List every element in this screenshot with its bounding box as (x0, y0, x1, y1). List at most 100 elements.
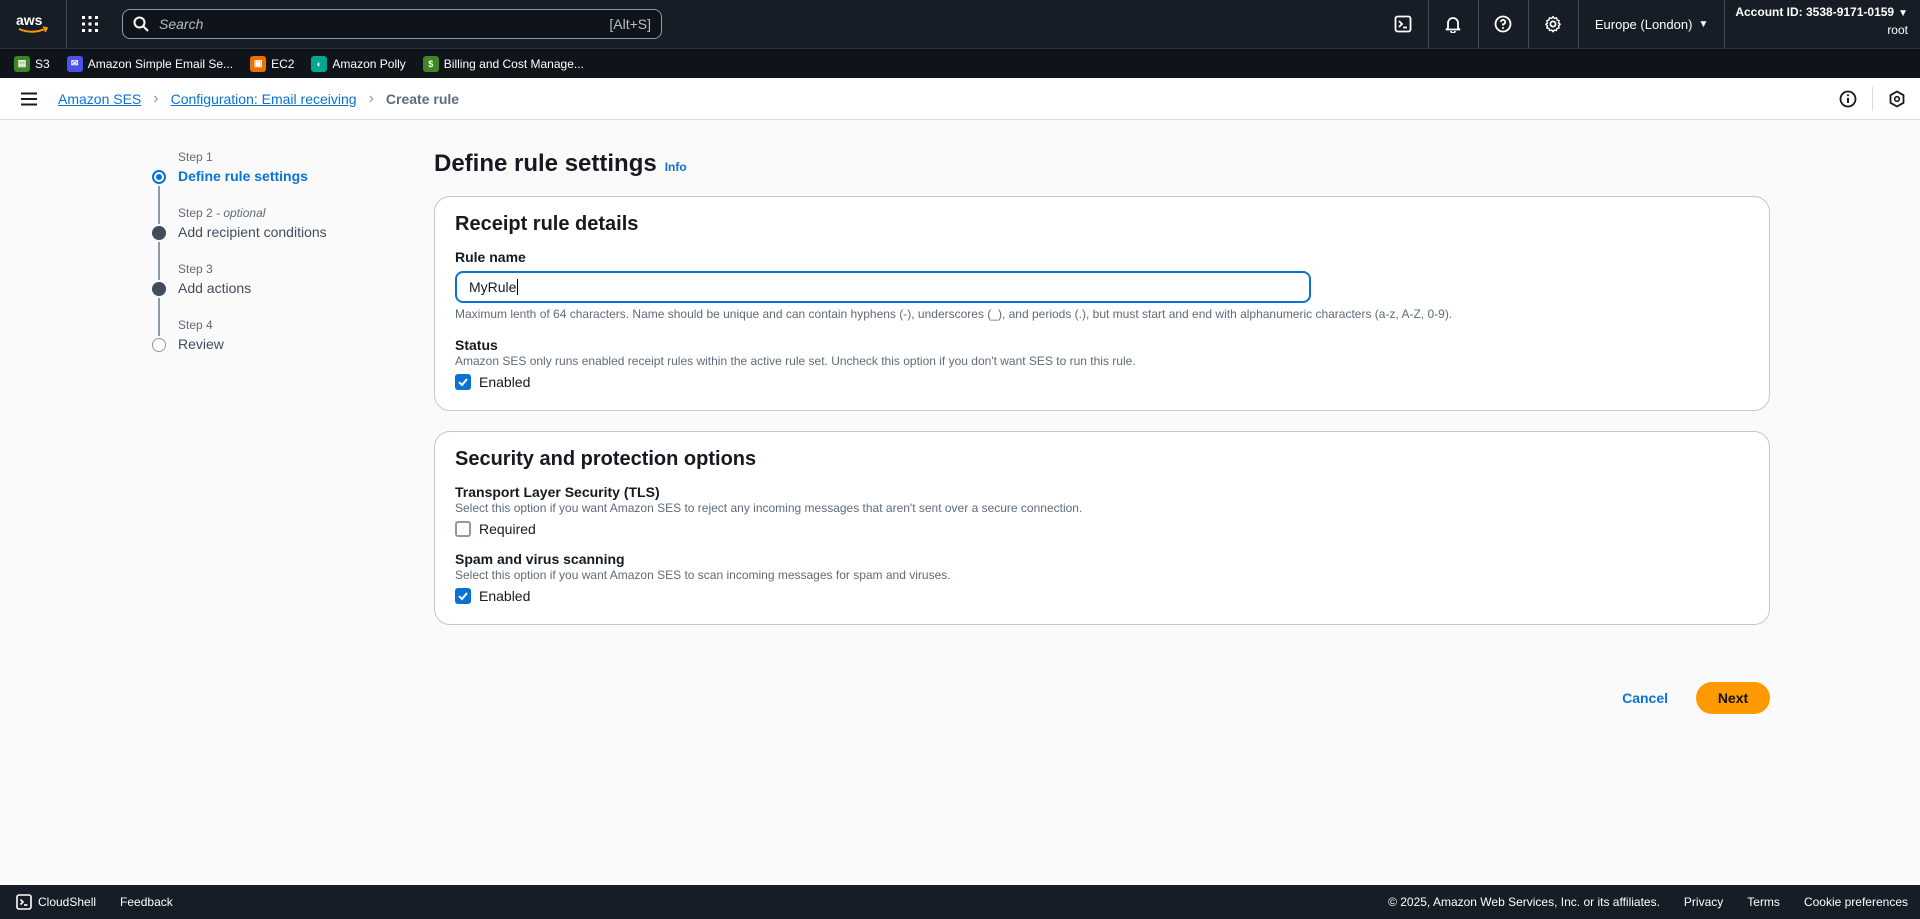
step-active-indicator (152, 170, 166, 184)
s3-icon: ▤ (14, 55, 30, 72)
aws-logo-icon: aws (16, 13, 49, 33)
favorite-label: Amazon Polly (332, 56, 406, 71)
chevron-right-icon: › (153, 89, 159, 107)
help-panel-button[interactable] (1872, 87, 1920, 111)
bell-icon (1445, 17, 1461, 33)
status-description: Amazon SES only runs enabled receipt rul… (455, 354, 1136, 368)
ec2-icon: ▣ (250, 55, 267, 72)
checkbox-checked[interactable] (455, 374, 471, 390)
help-icon (1494, 15, 1512, 33)
step-4: Step 4 Review (150, 318, 390, 374)
top-navigation: aws Search [Alt+S] Europe (London) ▼ Acc… (0, 0, 1920, 48)
svg-text:aws: aws (16, 13, 43, 28)
step-label: Add actions (178, 280, 252, 296)
tls-required-checkbox[interactable]: Required (455, 521, 1749, 537)
favorite-billing[interactable]: $ Billing and Cost Manage... (422, 55, 584, 72)
text-cursor (517, 279, 519, 295)
checkbox-unchecked[interactable] (455, 521, 471, 537)
info-icon (1839, 90, 1857, 108)
tls-description: Select this option if you want Amazon SE… (455, 501, 1083, 515)
info-panel-button[interactable] (1824, 78, 1872, 120)
step-number: Step 2 - optional (178, 206, 266, 220)
region-selector[interactable]: Europe (London) ▼ (1577, 0, 1724, 48)
checkbox-checked[interactable] (455, 588, 471, 604)
spam-scanning-checkbox[interactable]: Enabled (455, 588, 1749, 604)
aws-logo[interactable]: aws (0, 0, 66, 48)
favorite-ec2[interactable]: ▣ EC2 (250, 55, 295, 72)
cloudshell-button[interactable] (1378, 0, 1428, 48)
breadcrumb-current: Create rule (385, 90, 460, 107)
step-label: Add recipient conditions (178, 224, 327, 240)
search-input[interactable]: Search [Alt+S] (122, 9, 662, 39)
card-title: Security and protection options (455, 448, 757, 470)
rule-name-value: MyRule (469, 279, 517, 295)
copyright-text: © 2025, Amazon Web Services, Inc. or its… (1388, 895, 1660, 909)
step-indicator (152, 282, 166, 296)
favorite-ses[interactable]: ✉ Amazon Simple Email Se... (66, 55, 234, 72)
cloudshell-icon (1394, 15, 1412, 33)
privacy-link[interactable]: Privacy (1684, 895, 1723, 909)
wizard-steps: Step 1 Define rule settings Step 2 - opt… (150, 150, 390, 374)
wizard-actions: Cancel Next (1622, 682, 1770, 714)
checkbox-label: Required (479, 521, 536, 537)
cancel-button[interactable]: Cancel (1622, 690, 1668, 706)
page-title: Define rule settings (434, 150, 657, 177)
step-3: Step 3 Add actions (150, 262, 390, 336)
breadcrumb-email-receiving[interactable]: Configuration: Email receiving (171, 91, 357, 107)
favorite-s3[interactable]: ▤ S3 (14, 55, 50, 72)
check-icon (458, 378, 468, 387)
spam-scanning-description: Select this option if you want Amazon SE… (455, 568, 951, 582)
favorite-label: Amazon Simple Email Se... (87, 56, 234, 71)
favorite-polly[interactable]: ◐ Amazon Polly (311, 55, 406, 72)
step-label: Review (178, 336, 224, 352)
main-content: Define rule settings Info Receipt rule d… (434, 150, 1770, 714)
terms-link[interactable]: Terms (1747, 895, 1780, 909)
receipt-rule-details-card: Receipt rule details Rule name MyRule Ma… (434, 196, 1770, 411)
rule-name-hint: Maximum lenth of 64 characters. Name sho… (455, 307, 1453, 321)
navigation-toggle-button[interactable] (0, 78, 58, 120)
grid-icon (81, 16, 98, 32)
cloudshell-footer-button[interactable]: CloudShell (16, 894, 96, 910)
breadcrumb: Amazon SES › Configuration: Email receiv… (58, 90, 459, 108)
chevron-right-icon: › (368, 89, 374, 107)
next-button[interactable]: Next (1696, 682, 1770, 714)
status-enabled-checkbox[interactable]: Enabled (455, 374, 1749, 390)
status-label: Status (455, 337, 498, 353)
caret-down-icon: ▼ (1698, 18, 1709, 30)
step-number: Step 4 (178, 318, 213, 332)
checkbox-label: Enabled (479, 374, 531, 390)
info-link[interactable]: Info (665, 160, 687, 174)
rule-name-input[interactable]: MyRule (455, 271, 1311, 303)
search-placeholder: Search (159, 16, 204, 32)
tls-label: Transport Layer Security (TLS) (455, 484, 660, 500)
feedback-link[interactable]: Feedback (120, 895, 173, 909)
step-number: Step 1 (178, 150, 213, 164)
settings-button[interactable] (1527, 0, 1578, 48)
breadcrumb-amazon-ses[interactable]: Amazon SES (58, 91, 141, 107)
search-icon (133, 16, 149, 32)
billing-icon: $ (422, 55, 439, 72)
check-icon (458, 592, 468, 601)
region-label: Europe (London) (1594, 16, 1693, 32)
step-label: Define rule settings (178, 168, 308, 184)
favorite-label: EC2 (271, 56, 295, 71)
step-2: Step 2 - optional Add recipient conditio… (150, 206, 390, 280)
spam-scanning-label: Spam and virus scanning (455, 551, 625, 567)
step-indicator (152, 226, 166, 240)
favorite-label: Billing and Cost Manage... (443, 56, 584, 71)
cloudshell-label: CloudShell (38, 895, 97, 909)
help-button[interactable] (1477, 0, 1528, 48)
notifications-button[interactable] (1427, 0, 1478, 48)
account-menu[interactable]: Account ID: 3538-9171-0159 ▼ root (1724, 0, 1920, 48)
cookie-preferences-link[interactable]: Cookie preferences (1804, 895, 1908, 909)
polly-icon: ◐ (311, 55, 328, 72)
footer: CloudShell Feedback © 2025, Amazon Web S… (0, 885, 1920, 919)
hexagon-help-icon (1889, 90, 1904, 108)
services-menu-button[interactable] (66, 0, 112, 48)
step-indicator (152, 338, 166, 352)
card-title: Receipt rule details (455, 213, 639, 235)
account-user: root (1887, 23, 1908, 37)
rule-name-label: Rule name (455, 249, 526, 265)
step-1: Step 1 Define rule settings (150, 150, 390, 224)
cloudshell-icon (16, 894, 32, 910)
